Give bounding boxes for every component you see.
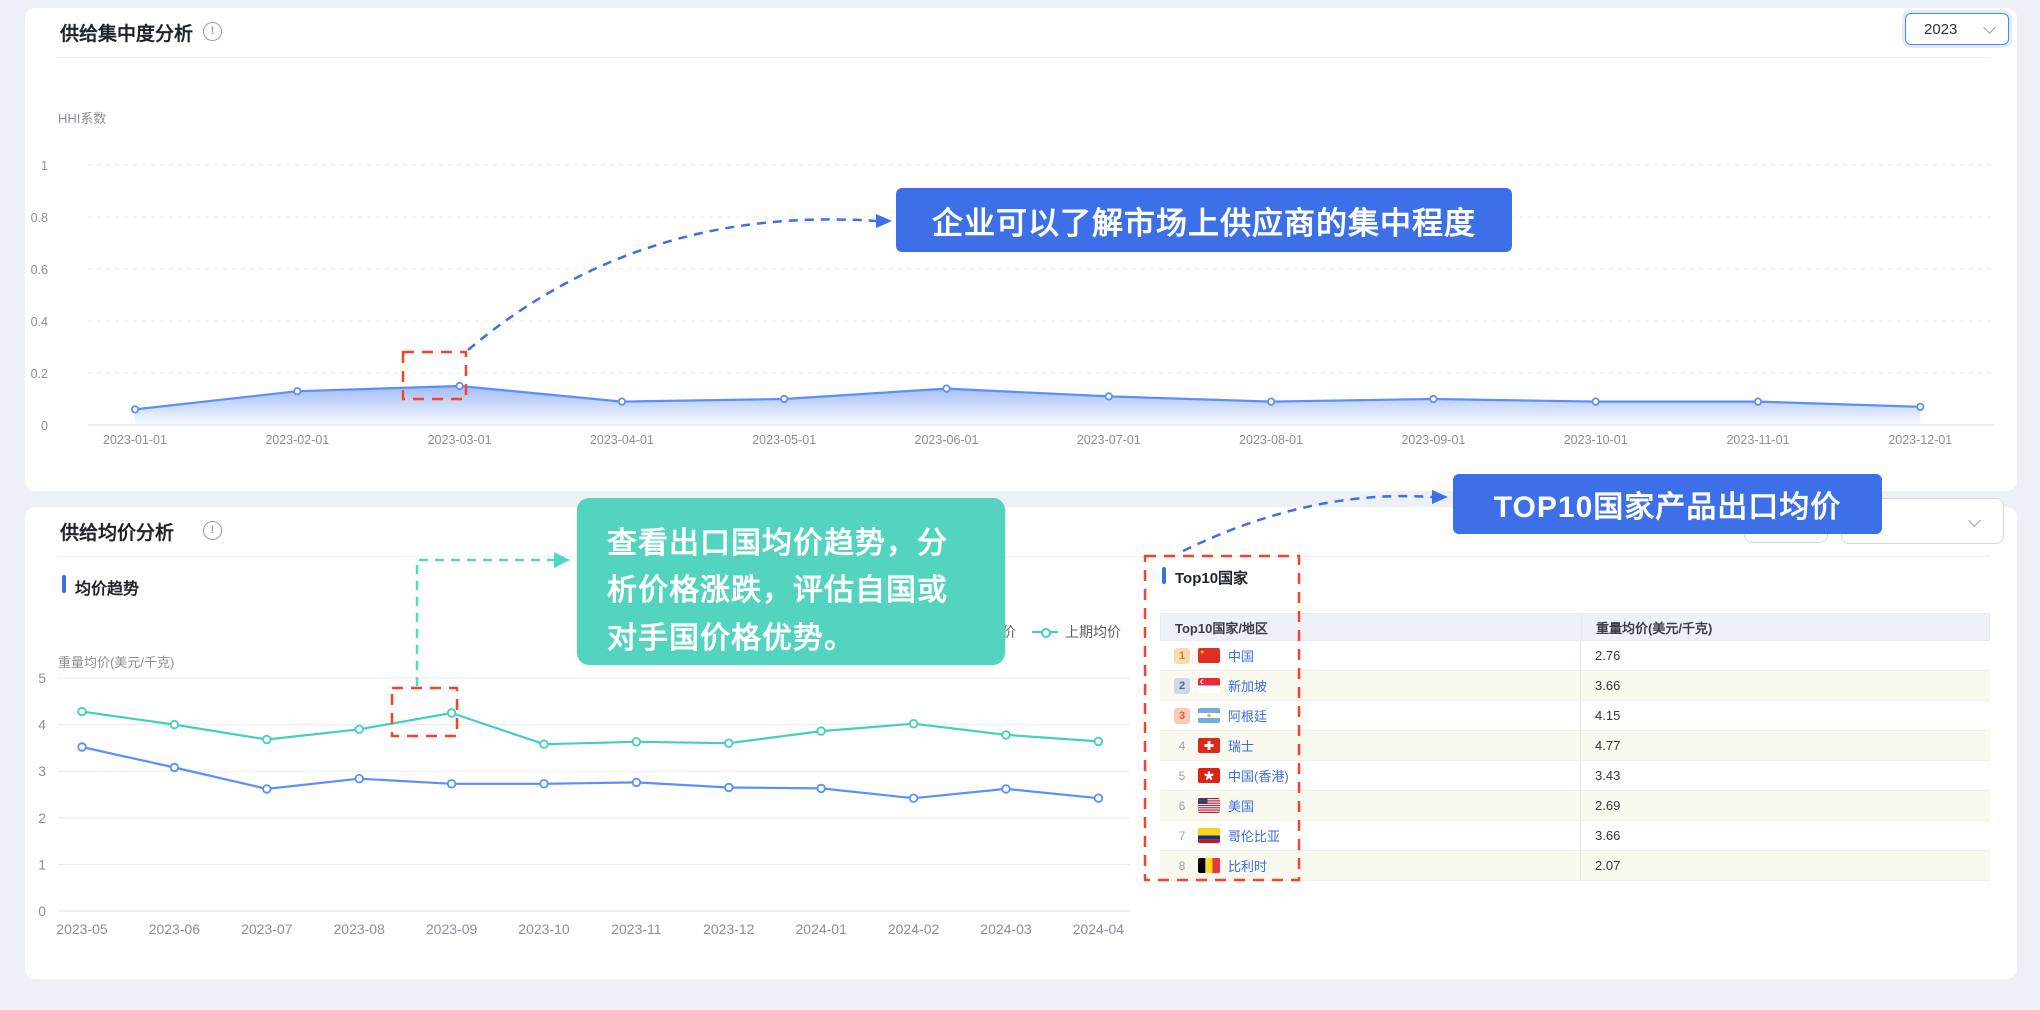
price-value: 4.15 xyxy=(1595,708,1620,723)
section1-title: 供给集中度分析 xyxy=(60,19,193,46)
legend-line-icon xyxy=(1032,631,1058,633)
flag-argentina-icon xyxy=(1198,708,1220,723)
callout-concentration: 企业可以了解市场上供应商的集中程度 xyxy=(896,188,1512,252)
info-icon-glyph: ! xyxy=(211,525,215,536)
chart2-y-axis-title: 重量均价(美元/千克) xyxy=(58,652,174,671)
top10-panel-title: Top10国家 xyxy=(1175,567,1248,588)
price-cell: 3.66 xyxy=(1580,821,1990,850)
flag-china-icon xyxy=(1198,648,1220,663)
section2-divider xyxy=(57,556,1990,557)
country-link[interactable]: 阿根廷 xyxy=(1228,706,1267,725)
price-cell: 4.77 xyxy=(1580,731,1990,760)
table-row[interactable]: 5 中国(香港) 3.43 xyxy=(1160,761,1990,791)
section1-divider xyxy=(57,57,1990,58)
table-row[interactable]: 7 哥伦比亚 3.66 xyxy=(1160,821,1990,851)
arrowhead-icon xyxy=(1432,490,1448,504)
price-cell: 3.43 xyxy=(1580,761,1990,790)
country-link[interactable]: 瑞士 xyxy=(1228,736,1254,755)
price-cell: 2.76 xyxy=(1580,641,1990,670)
country-link[interactable]: 比利时 xyxy=(1228,856,1267,875)
info-icon[interactable]: ! xyxy=(203,521,222,540)
flag-hongkong-icon xyxy=(1198,768,1220,783)
price-cell: 2.07 xyxy=(1580,851,1990,880)
table-row[interactable]: 1 中国 2.76 xyxy=(1160,641,1990,671)
section2-title: 供给均价分析 xyxy=(60,518,174,545)
table-row[interactable]: 4 瑞士 4.77 xyxy=(1160,731,1990,761)
price-cell: 2.69 xyxy=(1580,791,1990,820)
country-cell: 2 新加坡 xyxy=(1160,676,1580,695)
flag-usa-icon xyxy=(1198,798,1220,813)
table-row[interactable]: 6 美国 2.69 xyxy=(1160,791,1990,821)
chart1-y-axis-title: HHI系数 xyxy=(58,108,106,127)
chevron-down-icon xyxy=(1983,21,1996,34)
price-trend-title: 均价趋势 xyxy=(75,575,139,599)
info-icon-glyph: ! xyxy=(211,26,215,37)
chevron-down-icon xyxy=(1968,514,1981,527)
dashboard-page: 供给集中度分析 ! 2023 HHI系数 00.20.40.60.812023-… xyxy=(0,0,2040,1010)
country-cell: 3 阿根廷 xyxy=(1160,706,1580,725)
price-value: 2.76 xyxy=(1595,648,1620,663)
price-value: 2.07 xyxy=(1595,858,1620,873)
year-select[interactable]: 2023 xyxy=(1905,13,2009,45)
top10-marker xyxy=(1162,567,1166,584)
price-cell: 3.66 xyxy=(1580,671,1990,700)
rank-badge: 5 xyxy=(1174,768,1190,784)
flag-belgium-icon xyxy=(1198,858,1220,873)
flag-singapore-icon xyxy=(1198,678,1220,693)
col-header-price: 重量均价(美元/千克) xyxy=(1581,614,1989,640)
rank-badge: 8 xyxy=(1174,858,1190,874)
country-link[interactable]: 新加坡 xyxy=(1228,676,1267,695)
price-cell: 4.15 xyxy=(1580,701,1990,730)
flag-colombia-icon xyxy=(1198,828,1220,843)
price-value: 3.66 xyxy=(1595,678,1620,693)
country-cell: 8 比利时 xyxy=(1160,856,1580,875)
price-value: 2.69 xyxy=(1595,798,1620,813)
table-row[interactable]: 8 比利时 2.07 xyxy=(1160,851,1990,881)
price-value: 4.77 xyxy=(1595,738,1620,753)
country-link[interactable]: 中国 xyxy=(1228,646,1254,665)
table-header: Top10国家/地区 重量均价(美元/千克) xyxy=(1160,613,1990,641)
country-link[interactable]: 美国 xyxy=(1228,796,1254,815)
country-cell: 7 哥伦比亚 xyxy=(1160,826,1580,845)
table-row[interactable]: 2 新加坡 3.66 xyxy=(1160,671,1990,701)
country-cell: 1 中国 xyxy=(1160,646,1580,665)
info-icon[interactable]: ! xyxy=(203,22,222,41)
rank-badge: 4 xyxy=(1174,738,1190,754)
rank-badge: 1 xyxy=(1174,648,1190,664)
price-value: 3.43 xyxy=(1595,768,1620,783)
legend-label: 上期均价 xyxy=(1065,622,1121,642)
rank-badge: 6 xyxy=(1174,798,1190,814)
table-body: 1 中国 2.76 2 新加坡 3.66 3 阿根廷 4.15 4 瑞士 4.77 5 中国(香港) 3.4… xyxy=(1160,641,1990,881)
col-header-country: Top10国家/地区 xyxy=(1161,618,1581,637)
rank-badge: 2 xyxy=(1174,678,1190,694)
rank-badge: 3 xyxy=(1174,708,1190,724)
flag-switzerland-icon xyxy=(1198,738,1220,753)
legend-previous-avg[interactable]: 上期均价 xyxy=(1032,622,1121,642)
country-cell: 4 瑞士 xyxy=(1160,736,1580,755)
top10-table: Top10国家/地区 重量均价(美元/千克) 1 中国 2.76 2 新加坡 3.66 3 阿… xyxy=(1160,613,1990,881)
rank-badge: 7 xyxy=(1174,828,1190,844)
country-link[interactable]: 哥伦比亚 xyxy=(1228,826,1280,845)
callout-price-note: 查看出口国均价趋势，分析价格涨跌，评估自国或对手国价格优势。 xyxy=(577,498,1005,665)
country-cell: 6 美国 xyxy=(1160,796,1580,815)
callout-top10: TOP10国家产品出口均价 xyxy=(1453,474,1882,534)
country-link[interactable]: 中国(香港) xyxy=(1228,766,1289,785)
table-row[interactable]: 3 阿根廷 4.15 xyxy=(1160,701,1990,731)
price-value: 3.66 xyxy=(1595,828,1620,843)
country-cell: 5 中国(香港) xyxy=(1160,766,1580,785)
price-trend-marker xyxy=(62,575,66,593)
year-select-value: 2023 xyxy=(1906,21,1957,38)
